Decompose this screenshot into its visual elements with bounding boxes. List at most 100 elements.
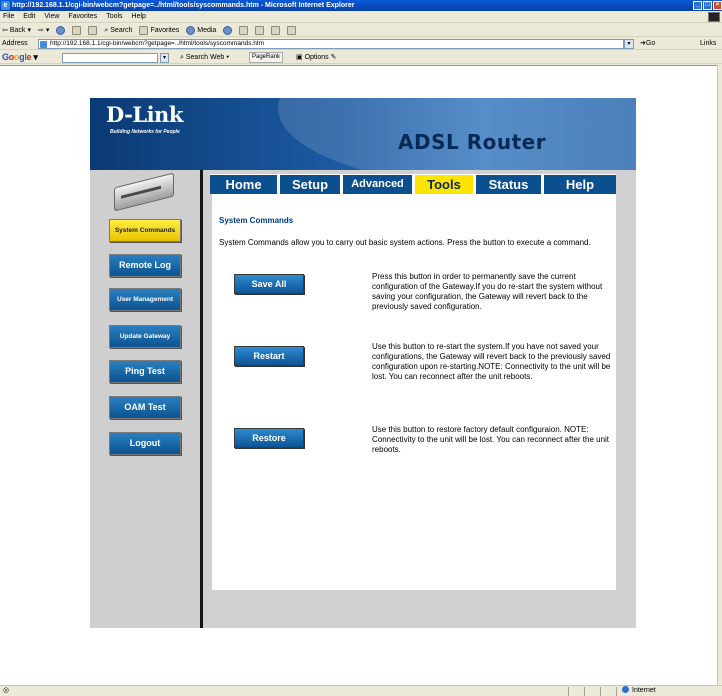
- page-status-icon: ◎: [3, 687, 10, 694]
- address-url: http://192.168.1.1/cgi-bin/webcm?getpage…: [50, 40, 265, 47]
- search-button[interactable]: ⌕ Search: [104, 24, 132, 37]
- tab-setup[interactable]: Setup: [280, 175, 343, 194]
- product-title: ADSL Router: [398, 130, 547, 154]
- page-icon: [40, 41, 47, 48]
- status-divider: [600, 687, 601, 696]
- intro-text: System Commands allow you to carry out b…: [219, 238, 591, 247]
- address-label: Address: [2, 40, 28, 47]
- links-button[interactable]: Links: [700, 38, 716, 50]
- tab-advanced[interactable]: Advanced: [343, 175, 415, 194]
- address-bar: Address http://192.168.1.1/cgi-bin/webcm…: [0, 38, 722, 50]
- google-search-input[interactable]: [62, 53, 158, 63]
- window-controls: _ □ ×: [693, 1, 722, 10]
- sidebar-item-logout[interactable]: Logout: [109, 432, 181, 455]
- main-tab-bar: Home Setup Advanced Tools Status Help: [210, 174, 616, 194]
- minimize-icon[interactable]: _: [693, 1, 702, 10]
- refresh-icon[interactable]: [72, 25, 82, 35]
- options-label: Options: [304, 54, 329, 61]
- search-web-button[interactable]: ⌕ Search Web ▾: [180, 51, 229, 64]
- menu-view[interactable]: View: [44, 11, 59, 22]
- vertical-scrollbar[interactable]: [717, 65, 722, 685]
- search-label: Search: [110, 26, 133, 34]
- tab-status[interactable]: Status: [476, 175, 544, 194]
- address-dropdown-icon[interactable]: ▾: [624, 39, 634, 49]
- chevron-down-icon: ▾: [45, 26, 50, 34]
- go-label: Go: [645, 40, 656, 47]
- sidebar-divider: [200, 170, 203, 628]
- sidebar-item-oam-test[interactable]: OAM Test: [109, 396, 181, 419]
- forward-arrow-icon: ⇨: [37, 26, 44, 34]
- window-title-bar: e http://192.168.1.1/cgi-bin/webcm?getpa…: [0, 0, 722, 11]
- chevron-down-icon: ▾: [27, 26, 31, 34]
- history-icon[interactable]: [223, 25, 233, 35]
- restart-button[interactable]: Restart: [234, 346, 304, 366]
- status-divider: [616, 687, 617, 696]
- sidebar-item-user-management[interactable]: User Management: [109, 288, 181, 311]
- back-arrow-icon: ⇦: [2, 26, 8, 34]
- status-bar: ◎ Internet: [0, 685, 722, 696]
- edit-icon[interactable]: [271, 25, 281, 35]
- options-button[interactable]: ▣ Options ✎: [296, 51, 337, 64]
- sidebar: System Commands Remote Log User Manageme…: [90, 170, 202, 628]
- page-title: System Commands: [219, 216, 294, 225]
- menu-help[interactable]: Help: [132, 11, 146, 22]
- google-dropdown-icon[interactable]: ▾: [160, 53, 169, 63]
- media-icon: [186, 25, 196, 35]
- tab-home[interactable]: Home: [210, 175, 280, 194]
- status-divider: [568, 687, 569, 696]
- menu-favorites[interactable]: Favorites: [68, 11, 97, 22]
- sidebar-item-remote-log[interactable]: Remote Log: [109, 254, 181, 277]
- search-icon: ⌕: [104, 26, 109, 34]
- close-icon[interactable]: ×: [713, 1, 722, 10]
- save-all-description: Press this button in order to permanentl…: [372, 272, 603, 311]
- mail-icon[interactable]: [239, 25, 249, 35]
- home-icon[interactable]: [88, 25, 98, 35]
- media-button[interactable]: Media: [186, 24, 216, 37]
- discuss-icon[interactable]: [287, 25, 297, 35]
- back-label: Back: [9, 26, 26, 34]
- address-input[interactable]: http://192.168.1.1/cgi-bin/webcm?getpage…: [38, 39, 624, 49]
- menu-file[interactable]: File: [3, 11, 14, 22]
- print-icon[interactable]: [255, 25, 265, 35]
- menu-edit[interactable]: Edit: [23, 11, 35, 22]
- security-zone: Internet: [622, 686, 656, 696]
- sidebar-item-ping-test[interactable]: Ping Test: [109, 360, 181, 383]
- browser-toolbar: ⇦ Back ▾ ⇨ ▾ ⌕ Search Favorites Media: [0, 24, 722, 37]
- restore-description: Use this button to restore factory defau…: [372, 425, 610, 454]
- favorites-label: Favorites: [150, 26, 180, 34]
- window-title: http://192.168.1.1/cgi-bin/webcm?getpage…: [12, 2, 355, 9]
- tab-tools[interactable]: Tools: [415, 175, 476, 194]
- forward-button[interactable]: ⇨ ▾: [38, 24, 49, 37]
- sidebar-item-update-gateway[interactable]: Update Gateway: [109, 325, 181, 348]
- router-header: D-Link Building Networks for People ADSL…: [90, 98, 636, 170]
- restart-description: Use this button to re-start the system.I…: [372, 342, 611, 381]
- ie-icon: e: [1, 1, 10, 10]
- router-device-image: [114, 172, 174, 212]
- google-logo[interactable]: Google ▾: [2, 51, 38, 64]
- google-logo-letter: G: [2, 52, 9, 62]
- zone-label: Internet: [632, 687, 656, 694]
- menu-bar: File Edit View Favorites Tools Help: [0, 11, 722, 23]
- tab-help[interactable]: Help: [544, 175, 616, 194]
- status-divider: [584, 687, 585, 696]
- google-toolbar: Google ▾ ▾ ⌕ Search Web ▾ PageRank ▣ Opt…: [0, 51, 722, 64]
- pagerank-indicator: PageRank: [249, 52, 284, 63]
- search-web-label: Search Web: [185, 54, 225, 61]
- google-logo-letter: e: [26, 52, 32, 62]
- dlink-logo: D-Link: [106, 102, 183, 127]
- content-panel: System Commands System Commands allow yo…: [212, 194, 616, 590]
- restore-button[interactable]: Restore: [234, 428, 304, 448]
- globe-icon: [622, 686, 629, 693]
- favorites-button[interactable]: Favorites: [139, 24, 179, 37]
- menu-tools[interactable]: Tools: [106, 11, 122, 22]
- media-label: Media: [197, 26, 217, 34]
- stop-icon[interactable]: [56, 25, 66, 35]
- sidebar-item-system-commands[interactable]: System Commands: [109, 219, 181, 242]
- router-admin-page: D-Link Building Networks for People ADSL…: [90, 98, 636, 628]
- save-all-button[interactable]: Save All: [234, 274, 304, 294]
- maximize-icon[interactable]: □: [703, 1, 712, 10]
- back-button[interactable]: ⇦ Back ▾: [2, 24, 31, 37]
- windows-logo-icon: [708, 12, 720, 22]
- go-button[interactable]: ➜Go: [640, 38, 655, 50]
- dlink-tagline: Building Networks for People: [110, 129, 180, 135]
